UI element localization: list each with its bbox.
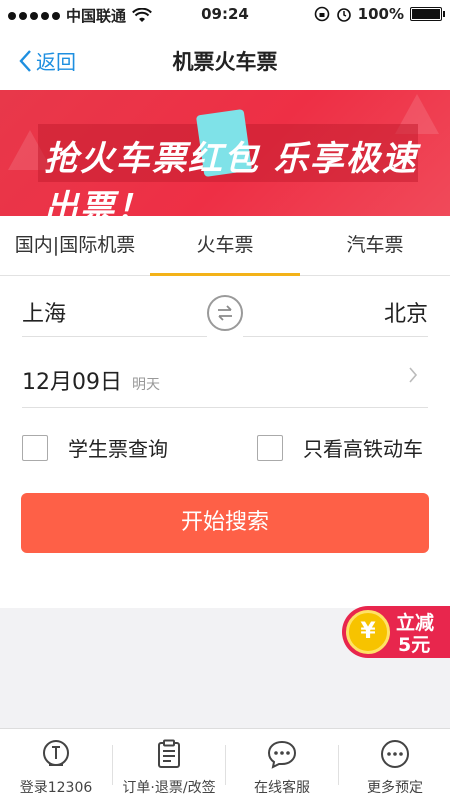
from-city[interactable]: 上海: [22, 296, 66, 328]
status-bar: 中国联通 09:24 100%: [0, 0, 450, 30]
departure-date: 12月09日: [22, 370, 122, 395]
tab-train[interactable]: 火车票: [150, 216, 300, 277]
tabbar-login-12306[interactable]: 登录12306: [0, 729, 112, 798]
divider: [22, 407, 428, 408]
tabbar-label: 登录12306: [19, 780, 93, 796]
tab-bus[interactable]: 汽车票: [300, 216, 450, 276]
swap-cities-button[interactable]: [207, 295, 243, 331]
chat-icon: [267, 740, 297, 769]
search-form: 上海 北京 12月09日 明天 学生票查询 只看高铁动车 开始搜索: [0, 276, 450, 608]
checkbox-icon[interactable]: [22, 434, 48, 461]
page-title: 机票火车票: [172, 50, 278, 74]
tabbar-label: 订单·退票/改签: [122, 780, 216, 796]
tabbar-orders[interactable]: 订单·退票/改签: [113, 729, 225, 798]
tabbar-online-service[interactable]: 在线客服: [226, 729, 338, 798]
search-button[interactable]: 开始搜索: [21, 493, 429, 553]
chevron-right-icon[interactable]: [408, 362, 418, 390]
student-ticket-checkbox[interactable]: 学生票查询: [22, 433, 168, 462]
promo-line2: 5元: [398, 634, 431, 656]
coin-icon: ¥: [346, 610, 390, 654]
more-icon: [381, 740, 409, 768]
student-ticket-label: 学生票查询: [68, 437, 168, 461]
highspeed-only-label: 只看高铁动车: [303, 437, 423, 461]
to-city[interactable]: 北京: [384, 296, 428, 328]
tab-flights[interactable]: 国内|国际机票: [0, 216, 150, 276]
swap-icon: [218, 305, 232, 321]
promo-banner[interactable]: 抢火车票红包 乐享极速出票！: [0, 90, 450, 216]
battery-fill: [412, 9, 440, 19]
navigation-bar: 返回 机票火车票: [0, 30, 450, 90]
tabbar-label: 更多预定: [367, 780, 423, 796]
divider: [22, 336, 207, 337]
status-right: 100%: [314, 5, 445, 23]
tabbar-more[interactable]: 更多预定: [339, 729, 450, 798]
date-selector[interactable]: 12月09日 明天: [22, 364, 160, 396]
tabbar-label: 在线客服: [254, 780, 310, 796]
alarm-icon: [336, 8, 351, 22]
battery-percent: 100%: [357, 5, 404, 23]
banner-text: 抢火车票红包 乐享极速出票！: [44, 139, 418, 216]
highspeed-only-checkbox[interactable]: 只看高铁动车: [257, 433, 423, 462]
battery-icon: [410, 7, 445, 21]
ticket-type-tabs: 国内|国际机票 火车票 汽车票: [0, 216, 450, 277]
divider: [243, 336, 428, 337]
date-day-label: 明天: [132, 377, 160, 393]
bottom-tab-bar: 登录12306 订单·退票/改签 在线客服 更多预定: [0, 728, 450, 798]
discount-promo-badge[interactable]: ¥ 立减 5元: [342, 606, 450, 658]
rotation-lock-icon: [314, 6, 329, 22]
clipboard-icon: [158, 739, 180, 768]
checkbox-icon[interactable]: [257, 434, 283, 461]
train-icon: [43, 740, 69, 766]
